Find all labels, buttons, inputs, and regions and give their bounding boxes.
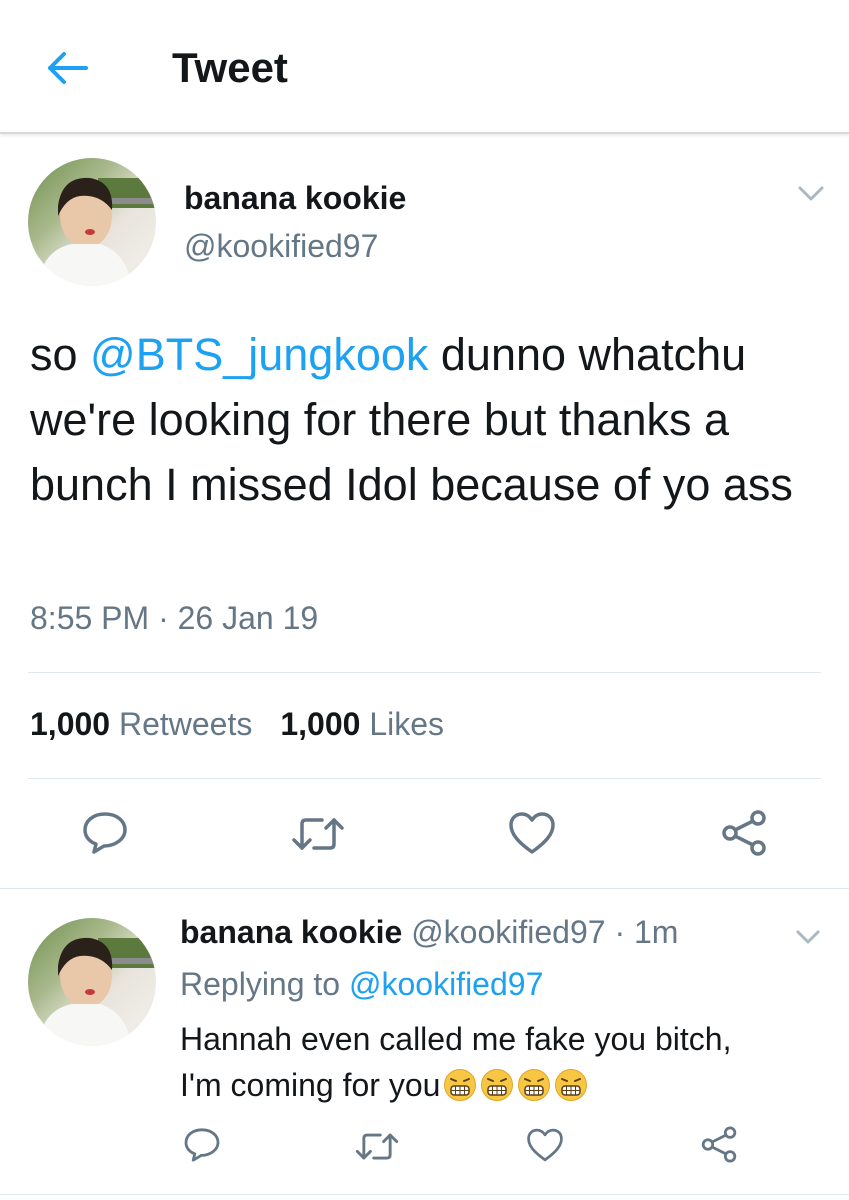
reply-reply-button[interactable] (182, 1126, 222, 1164)
avatar-photo (38, 177, 156, 286)
reply-menu-button[interactable] (794, 926, 822, 948)
grimacing-face-emoji (480, 1068, 514, 1114)
grimacing-face-emoji (443, 1068, 477, 1114)
like-icon (509, 812, 555, 854)
author-handle[interactable]: @kookified97 (184, 228, 378, 265)
avatar-photo (38, 937, 156, 1046)
chevron-down-icon (798, 186, 824, 201)
retweets-label: Retweets (118, 706, 253, 742)
reply-avatar[interactable] (28, 918, 156, 1046)
app-header: Tweet (0, 0, 849, 134)
mention-link[interactable]: @BTS_jungkook (90, 329, 428, 380)
reply-button[interactable] (80, 810, 130, 856)
back-button[interactable] (44, 48, 90, 88)
arrow-left-icon (48, 52, 88, 84)
reply-text-line: I'm coming for you (180, 1067, 441, 1103)
like-icon (527, 1128, 563, 1162)
reply-handle-time[interactable]: @kookified97 · 1m (411, 914, 678, 950)
author-name[interactable]: banana kookie (184, 180, 406, 217)
divider (28, 672, 821, 673)
grimacing-face-emoji (554, 1068, 588, 1114)
reply-text-line-2: I'm coming for you (180, 1062, 820, 1114)
chevron-down-icon (796, 930, 820, 944)
share-icon (722, 810, 766, 856)
tweet-stats: 1,000 Retweets 1,000 Likes (30, 706, 472, 743)
reply-text: Hannah even called me fake you bitch, I'… (180, 1016, 820, 1114)
retweets-count: 1,000 (30, 706, 111, 742)
like-button[interactable] (508, 810, 556, 856)
grimacing-face-emoji (517, 1068, 551, 1114)
tweet-timestamp[interactable]: 8:55 PM · 26 Jan 19 (30, 600, 318, 637)
replying-to: Replying to @kookified97 (180, 966, 543, 1003)
share-icon (701, 1126, 737, 1163)
replying-to-handle[interactable]: @kookified97 (349, 966, 543, 1002)
divider (0, 1194, 849, 1195)
retweet-icon (355, 1133, 399, 1160)
likes-count: 1,000 (280, 706, 361, 742)
share-button[interactable] (720, 810, 768, 856)
replying-to-label: Replying to (180, 966, 341, 1002)
reply-retweet-button[interactable] (354, 1130, 400, 1163)
tweet-menu-button[interactable] (796, 182, 826, 206)
reply-icon (83, 812, 127, 854)
reply-text-line: Hannah even called me fake you bitch, (180, 1021, 732, 1057)
page-title: Tweet (172, 44, 288, 91)
likes-stat[interactable]: 1,000 Likes (280, 706, 444, 742)
retweets-stat[interactable]: 1,000 Retweets (30, 706, 252, 742)
likes-label: Likes (369, 706, 445, 742)
divider (28, 778, 821, 779)
divider (0, 888, 849, 889)
retweet-icon (292, 818, 344, 850)
reply-header: banana kookie @kookified97 · 1m (180, 914, 678, 951)
avatar[interactable] (28, 158, 156, 286)
tweet-text: so @BTS_jungkook dunno whatchu we're loo… (30, 322, 820, 517)
reply-icon (184, 1128, 220, 1162)
reply-share-button[interactable] (700, 1126, 738, 1163)
retweet-button[interactable] (290, 814, 346, 854)
tweet-text-start: so (30, 329, 91, 380)
reply-author-name[interactable]: banana kookie (180, 914, 402, 950)
reply-like-button[interactable] (526, 1127, 564, 1163)
